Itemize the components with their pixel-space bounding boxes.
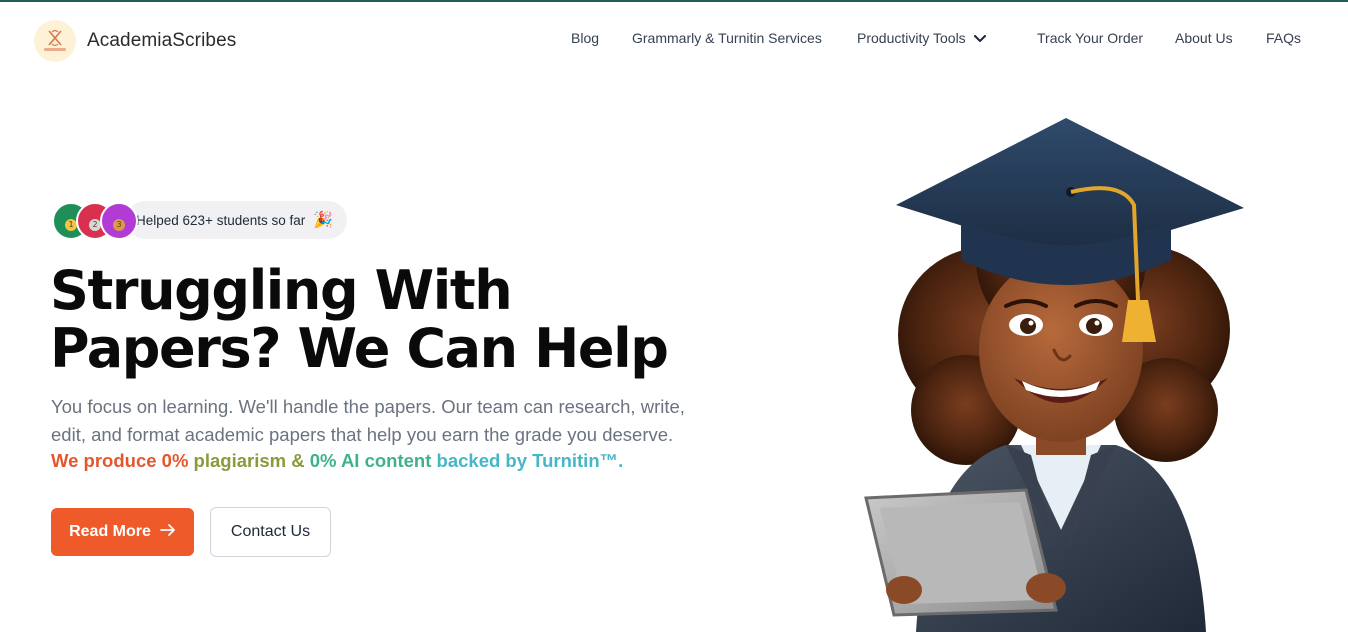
highlight-part: 0% AI content: [304, 450, 432, 471]
highlight-part: We produce 0%: [51, 450, 189, 471]
hero-headline-line-2: Papers? We Can Help: [50, 317, 669, 380]
main-nav: Blog Grammarly & Turnitin Services Produ…: [0, 30, 1348, 50]
chevron-down-icon[interactable]: [973, 30, 986, 46]
graduate-illustration: [856, 110, 1256, 632]
nav-item-faqs[interactable]: FAQs: [1266, 30, 1301, 46]
contact-us-button[interactable]: Contact Us: [210, 507, 331, 557]
face: [979, 258, 1143, 442]
nav-item-productivity-tools[interactable]: Productivity Tools: [857, 30, 986, 46]
site-header: AcademiaScribes Blog Grammarly & Turniti…: [0, 2, 1348, 78]
read-more-label: Read More: [69, 523, 151, 540]
nav-item-blog[interactable]: Blog: [571, 30, 599, 46]
party-popper-icon: 🎉: [313, 212, 334, 229]
students-helped-badge: 1 2 3 Helped 623+ students so far 🎉: [52, 200, 348, 240]
nav-item-track-order[interactable]: Track Your Order: [1037, 30, 1143, 46]
badge-text-pill: Helped 623+ students so far 🎉: [126, 201, 348, 239]
highlight-part: plagiarism &: [188, 450, 305, 471]
page: AcademiaScribes Blog Grammarly & Turniti…: [0, 0, 1348, 632]
arrow-right-icon: [159, 523, 176, 542]
nav-item-grammarly-turnitin[interactable]: Grammarly & Turnitin Services: [632, 30, 822, 46]
nav-item-productivity-tools-label: Productivity Tools: [857, 30, 966, 46]
student-avatars: 1 2 3: [52, 202, 138, 240]
hero-subtext: You focus on learning. We'll handle the …: [51, 396, 685, 445]
highlight-part: backed by Turnitin™.: [431, 450, 624, 471]
avatar: 3: [100, 202, 138, 240]
nav-item-about-us[interactable]: About Us: [1175, 30, 1233, 46]
contact-us-label: Contact Us: [230, 523, 311, 540]
hero-headline-line-1: Struggling With: [50, 259, 513, 322]
hero-headline: Struggling With Papers? We Can Help: [50, 262, 750, 378]
medal-icon: 3: [113, 219, 125, 231]
hero-highlight: We produce 0% plagiarism & 0% AI content…: [51, 450, 623, 472]
read-more-button[interactable]: Read More: [51, 508, 194, 556]
badge-text: Helped 623+ students so far: [136, 212, 306, 228]
